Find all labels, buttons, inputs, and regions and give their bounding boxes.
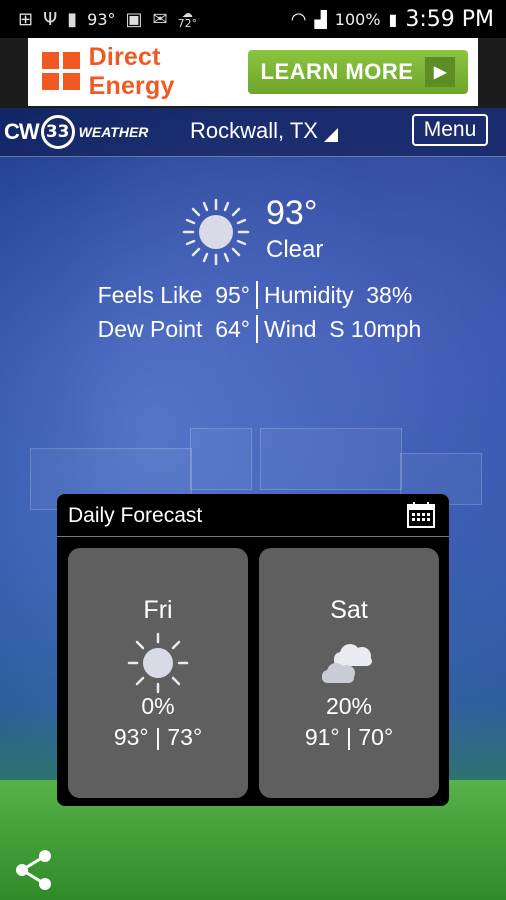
- humidity-value: 38%: [366, 281, 413, 308]
- usb-icon: Ψ: [43, 8, 58, 30]
- stats-row: Feels Like 95° Humidity 38%: [60, 278, 421, 312]
- dropdown-caret-icon: [323, 128, 338, 142]
- current-temperature: 93°: [266, 194, 318, 232]
- background-preview-panel: [190, 428, 252, 490]
- humidity-label: Humidity: [264, 281, 354, 308]
- add-icon: ⊞: [18, 8, 34, 30]
- humidity: Humidity 38%: [258, 282, 412, 309]
- forecast-day-name: Sat: [330, 596, 368, 624]
- feels-like-label: Feels Like: [97, 281, 203, 308]
- logo-weather: WEATHER: [78, 124, 149, 140]
- current-condition: Clear: [266, 236, 324, 263]
- ad-banner[interactable]: Direct Energy LEARN MORE ▶: [28, 38, 478, 106]
- feels-like-value: 95°: [215, 281, 250, 308]
- ad-banner-container: Direct Energy LEARN MORE ▶: [0, 38, 506, 108]
- location-label: Rockwall, TX: [190, 118, 318, 143]
- cw33-weather-logo[interactable]: CW 33 WEATHER: [4, 115, 148, 149]
- status-temperature: 93°: [87, 9, 116, 29]
- wind-value: S 10mph: [329, 315, 422, 342]
- signal-icon: ▟: [314, 9, 327, 29]
- forecast-day-name: Fri: [143, 596, 173, 624]
- learn-more-label: LEARN MORE: [260, 59, 414, 84]
- status-time: 3:59 PM: [405, 6, 494, 32]
- dew-point: Dew Point 64°: [60, 316, 256, 343]
- daily-forecast-panel[interactable]: Daily Forecast Fri 0% 93° | 73° Sat 20% …: [57, 494, 449, 806]
- wind-label: Wind: [264, 315, 317, 342]
- forecast-precip: 0%: [141, 693, 175, 719]
- weather-small-icon: ☁ 72°: [177, 7, 198, 30]
- battery-icon: ▮: [388, 9, 398, 29]
- calendar-icon[interactable]: [407, 502, 435, 528]
- main-area: CW 33 WEATHER Rockwall, TX Menu 93° Clea…: [0, 108, 506, 900]
- sun-icon: [180, 196, 252, 272]
- status-weather-small: 72°: [177, 17, 198, 30]
- dew-point-value: 64°: [215, 315, 250, 342]
- clouds-icon: [314, 632, 384, 699]
- logo-33: 33: [40, 115, 75, 149]
- share-icon[interactable]: [12, 848, 56, 896]
- location-selector[interactable]: Rockwall, TX: [190, 118, 338, 144]
- ad-brand-name: Direct Energy: [88, 43, 175, 100]
- forecast-day-card[interactable]: Fri 0% 93° | 73°: [68, 548, 248, 798]
- sun-icon: [123, 632, 193, 699]
- stats-row: Dew Point 64° Wind S 10mph: [60, 312, 421, 346]
- mail-icon: ✉: [152, 8, 168, 30]
- learn-more-button[interactable]: LEARN MORE ▶: [247, 50, 468, 94]
- current-stats: Feels Like 95° Humidity 38% Dew Point 64…: [60, 278, 421, 346]
- background-preview-panel: [260, 428, 402, 490]
- divider: [57, 536, 449, 537]
- logo-cw: CW: [4, 119, 40, 144]
- image-icon: ▣: [125, 8, 143, 30]
- menu-button[interactable]: Menu: [412, 114, 488, 146]
- feels-like: Feels Like 95°: [60, 282, 256, 309]
- status-bar: ⊞ Ψ ▮ 93° ▣ ✉ ☁ 72° ◠ ▟ 100% ▮ 3:59 PM: [0, 0, 506, 38]
- forecast-hi-lo: 91° | 70°: [304, 724, 394, 750]
- wifi-icon: ◠: [290, 8, 307, 30]
- daily-forecast-title: Daily Forecast: [68, 504, 203, 527]
- forecast-precip: 20%: [325, 693, 373, 719]
- wind: Wind S 10mph: [258, 316, 421, 343]
- play-arrow-icon: ▶: [425, 57, 456, 87]
- dew-point-label: Dew Point: [97, 315, 203, 342]
- app-header: CW 33 WEATHER Rockwall, TX Menu: [0, 108, 506, 157]
- forecast-day-card[interactable]: Sat 20% 91° | 70°: [259, 548, 439, 798]
- direct-energy-logo-icon: [42, 52, 81, 92]
- battery-small-icon: ▮: [67, 8, 78, 30]
- forecast-hi-lo: 93° | 73°: [113, 724, 203, 750]
- battery-percent: 100%: [334, 9, 381, 29]
